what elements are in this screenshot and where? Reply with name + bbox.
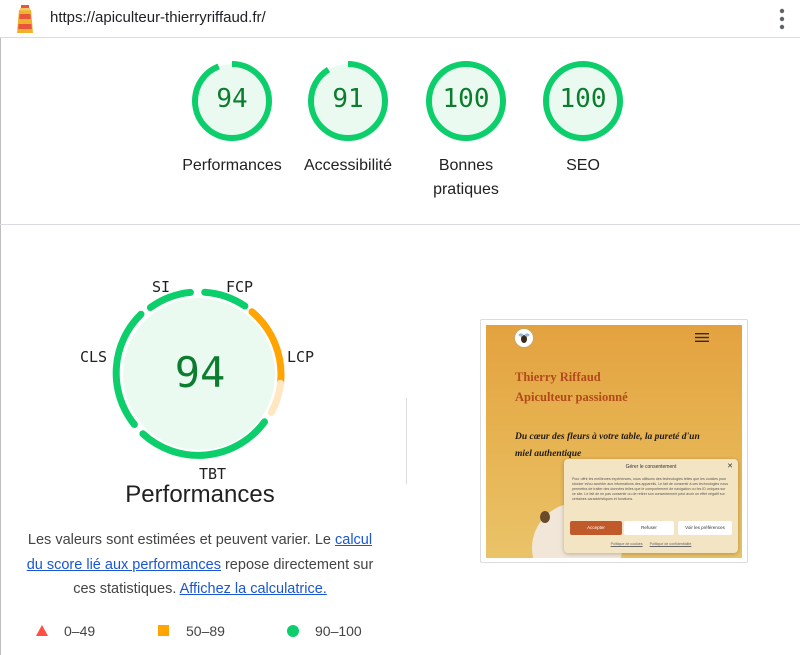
refuse-button: Refuser — [624, 521, 674, 535]
gauge-accessibility[interactable]: 91 Accessibilité — [283, 60, 413, 178]
performance-gauge: SI FCP LCP TBT CLS 94 — [60, 262, 340, 492]
metric-label-fcp[interactable]: FCP — [226, 278, 253, 296]
category-gauges: 94 Performances 91 Accessibilité 100 Bon… — [0, 38, 800, 225]
cookie-policy-link: Politique de cookies — [610, 542, 643, 546]
gauge-label: Performances — [182, 157, 282, 174]
site-tagline: Du cœur des fleurs à votre table, la pur… — [515, 432, 700, 459]
site-title: Thierry Riffaud Apiculteur passionné — [515, 367, 715, 407]
legend-range: 90–100 — [315, 623, 362, 639]
privacy-policy-link: Politique de confidentialité — [649, 542, 692, 546]
gauge-performance[interactable]: 94 Performances — [167, 60, 297, 178]
consent-links: Politique de cookies Politique de confid… — [564, 542, 738, 546]
close-icon: ✕ — [727, 463, 733, 470]
triangle-icon — [36, 625, 48, 636]
site-title-line: Thierry Riffaud — [515, 370, 601, 384]
score-legend: 0–49 50–89 90–100 — [0, 620, 400, 644]
performance-score: 94 — [174, 348, 226, 397]
square-icon — [158, 625, 169, 636]
gauge-label: Accessibilité — [303, 157, 393, 174]
gauge-score: 91 — [332, 84, 364, 114]
calculator-link[interactable]: Affichez la calculatrice. — [180, 581, 327, 597]
gauge-score: 100 — [559, 84, 607, 114]
gauge-score: 100 — [442, 84, 490, 114]
metric-label-si[interactable]: SI — [152, 278, 170, 296]
gauge-best-practices[interactable]: 100 Bonnes pratiques — [401, 60, 531, 202]
section-divider — [406, 398, 407, 484]
consent-title: Gérer le consentement — [625, 464, 677, 470]
performance-description: Les valeurs sont estimées et peuvent var… — [18, 528, 382, 602]
performance-title: Performances — [125, 481, 275, 508]
site-title-line: Apiculteur passionné — [515, 390, 628, 404]
bee-photo-detail — [540, 511, 550, 523]
preferences-button: Voir les préférences — [678, 521, 732, 535]
gauge-score: 94 — [216, 84, 248, 114]
report-header: https://apiculteur-thierryriffaud.fr/ — [0, 0, 800, 38]
legend-range: 0–49 — [64, 623, 96, 639]
page-url[interactable]: https://apiculteur-thierryriffaud.fr/ — [50, 9, 266, 26]
gauge-seo[interactable]: 100 SEO — [518, 60, 648, 178]
accept-button: Accepter — [570, 521, 622, 535]
bee-logo-icon — [514, 328, 534, 348]
description-text: Les valeurs sont estimées et peuvent var… — [27, 532, 335, 548]
circle-icon — [287, 625, 299, 637]
gauge-label: Bonnes pratiques — [433, 157, 499, 198]
gauge-label: SEO — [566, 157, 600, 174]
kebab-menu-icon[interactable] — [778, 7, 786, 31]
legend-range: 50–89 — [186, 623, 225, 639]
hamburger-menu-icon — [695, 333, 709, 342]
consent-text: Pour offrir les meilleures expériences, … — [572, 477, 729, 501]
cookie-consent-dialog: Gérer le consentement ✕ Pour offrir les … — [564, 459, 738, 553]
lighthouse-icon — [17, 5, 33, 33]
final-screenshot: Thierry Riffaud Apiculteur passionné Du … — [486, 325, 742, 558]
